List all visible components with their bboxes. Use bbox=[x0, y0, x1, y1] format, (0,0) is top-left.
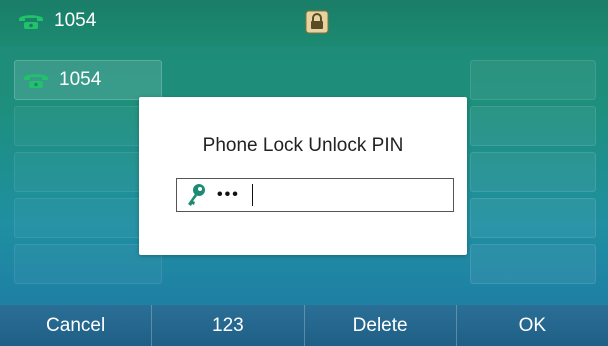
account-status: 1054 bbox=[16, 10, 96, 32]
account-number: 1054 bbox=[54, 10, 97, 31]
softkey-bar: Cancel 123 Delete OK bbox=[0, 305, 608, 346]
line-key-1054[interactable]: 1054 bbox=[14, 60, 162, 100]
delete-button[interactable]: Delete bbox=[305, 305, 457, 346]
line-key-empty[interactable] bbox=[470, 198, 596, 238]
key-icon bbox=[188, 184, 205, 206]
padlock-icon bbox=[305, 10, 329, 34]
status-bar: 1054 bbox=[0, 0, 608, 46]
phone-handset-icon bbox=[19, 15, 43, 29]
pin-input[interactable]: ••• bbox=[176, 178, 454, 212]
line-key-empty[interactable] bbox=[470, 244, 596, 284]
unlock-pin-dialog: Phone Lock Unlock PIN ••• bbox=[139, 97, 467, 255]
phone-screen: 1054 1054 Phone Lock Unlock PIN ••• Canc… bbox=[0, 0, 608, 346]
phone-handset-icon bbox=[24, 74, 48, 88]
line-key-empty[interactable] bbox=[470, 152, 596, 192]
line-key-empty[interactable] bbox=[470, 60, 596, 100]
line-key-label: 1054 bbox=[59, 69, 102, 90]
ok-button[interactable]: OK bbox=[457, 305, 608, 346]
cancel-button[interactable]: Cancel bbox=[0, 305, 153, 346]
pin-value: ••• bbox=[217, 186, 240, 203]
dialog-title: Phone Lock Unlock PIN bbox=[202, 135, 404, 156]
line-key-empty[interactable] bbox=[470, 106, 596, 146]
input-mode-button[interactable]: 123 bbox=[152, 305, 305, 346]
text-caret bbox=[251, 184, 253, 206]
